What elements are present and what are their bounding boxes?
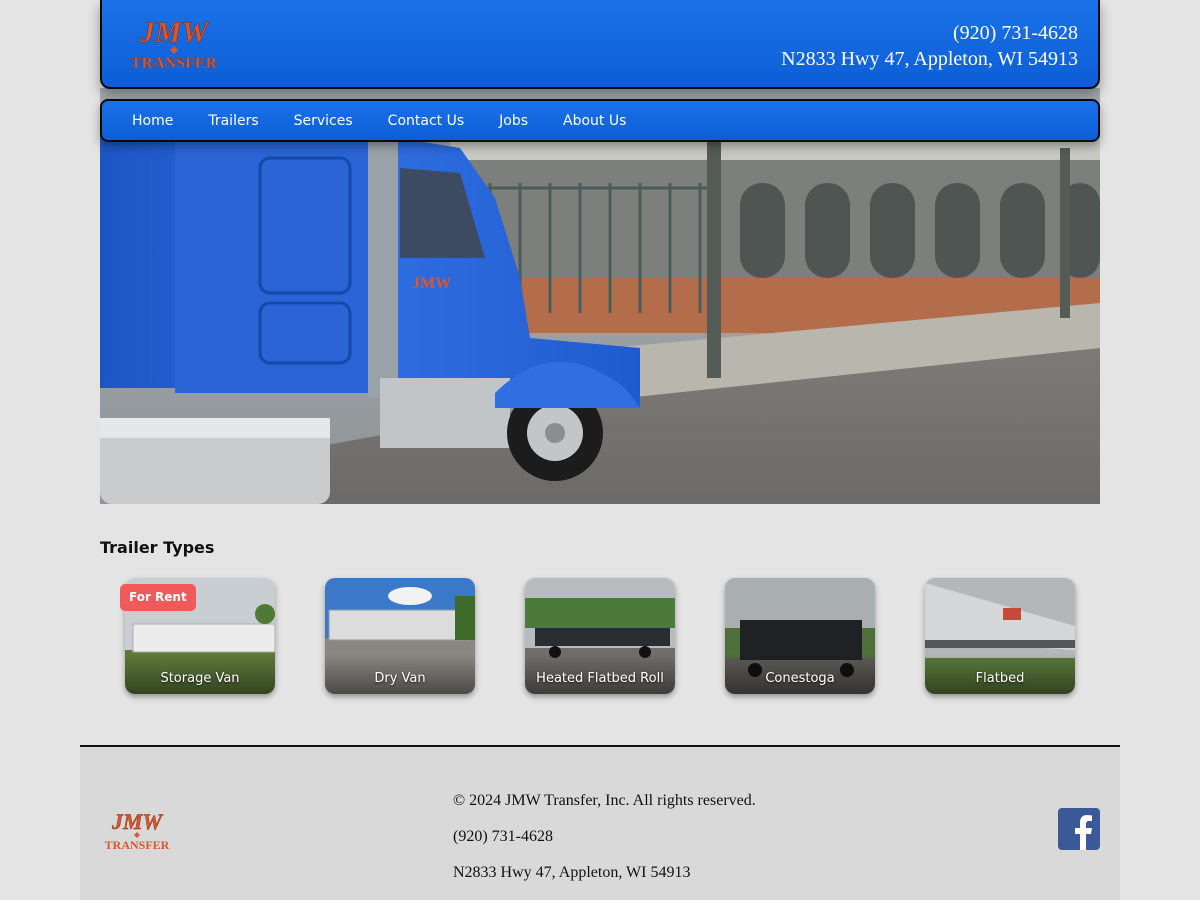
- hero-image: JMW: [100, 88, 1100, 504]
- nav-home[interactable]: Home: [132, 113, 173, 129]
- footer-address: N2833 Hwy 47, Appleton, WI 54913: [453, 864, 691, 881]
- footer-info: © 2024 JMW Transfer, Inc. All rights res…: [453, 783, 756, 891]
- svg-text:JMW: JMW: [111, 809, 164, 834]
- facebook-icon[interactable]: [1058, 808, 1100, 850]
- card-label: Heated Flatbed Roll: [536, 671, 664, 686]
- card-label: Conestoga: [765, 671, 835, 686]
- card-heated-flatbed-roll[interactable]: Heated Flatbed Roll: [525, 578, 675, 694]
- jmw-logo[interactable]: JMW TRANSFER: [124, 14, 224, 72]
- site-header: JMW TRANSFER (920) 731-4628 N2833 Hwy 47…: [100, 0, 1100, 89]
- header-address: N2833 Hwy 47, Appleton, WI 54913: [781, 48, 1078, 70]
- nav-trailers[interactable]: Trailers: [208, 113, 258, 129]
- for-rent-badge: For Rent: [120, 584, 196, 611]
- card-flatbed[interactable]: Flatbed: [925, 578, 1075, 694]
- card-label: Dry Van: [374, 671, 426, 686]
- nav-contact-us[interactable]: Contact Us: [388, 113, 464, 129]
- nav-jobs[interactable]: Jobs: [499, 113, 528, 129]
- card-label: Storage Van: [160, 671, 240, 686]
- section-title: Trailer Types: [100, 538, 215, 557]
- footer-phone[interactable]: (920) 731-4628: [453, 819, 756, 855]
- header-phone[interactable]: (920) 731-4628: [781, 20, 1078, 46]
- svg-text:TRANSFER: TRANSFER: [105, 838, 170, 852]
- card-label: Flatbed: [975, 671, 1025, 686]
- header-contact: (920) 731-4628 N2833 Hwy 47, Appleton, W…: [781, 20, 1078, 72]
- nav-services[interactable]: Services: [294, 113, 353, 129]
- card-conestoga[interactable]: Conestoga: [725, 578, 875, 694]
- svg-text:TRANSFER: TRANSFER: [131, 55, 218, 72]
- card-dry-van[interactable]: Dry Van: [325, 578, 475, 694]
- site-footer: JMW TRANSFER © 2024 JMW Transfer, Inc. A…: [80, 745, 1120, 900]
- svg-text:JMW: JMW: [412, 275, 451, 292]
- footer-copyright: © 2024 JMW Transfer, Inc. All rights res…: [453, 792, 756, 809]
- svg-text:JMW: JMW: [139, 16, 211, 49]
- main-nav: Home Trailers Services Contact Us Jobs A…: [100, 99, 1100, 142]
- nav-about-us[interactable]: About Us: [563, 113, 626, 129]
- footer-logo[interactable]: JMW TRANSFER: [100, 807, 174, 853]
